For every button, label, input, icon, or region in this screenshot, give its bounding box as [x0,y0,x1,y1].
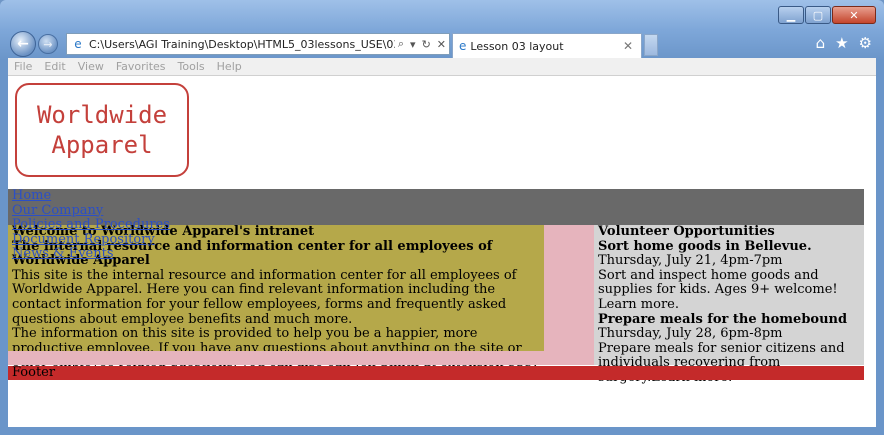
footer: Footer [8,366,864,380]
dropdown-icon[interactable]: ▾ [410,38,416,51]
tab-title: Lesson 03 layout [470,39,564,53]
event-1-description: Sort and inspect home goods and supplies… [598,267,838,312]
sidebar: Volunteer Opportunities Sort home goods … [594,224,864,385]
page-content: Worldwide Apparel Welcome to Worldwide A… [8,76,876,427]
forward-arrow-icon: → [43,37,53,51]
home-icon[interactable]: ⌂ [816,34,826,52]
nav-link-news-events[interactable]: News & Events [12,247,170,262]
menu-help[interactable]: Help [217,60,242,73]
section-background [8,351,544,365]
new-tab-button[interactable] [644,34,658,56]
nav-link-document-repository[interactable]: Document Repository [12,232,170,248]
ie-icon: e [459,39,467,53]
nav-link-our-company[interactable]: Our Company [12,203,170,219]
event-1-title: Sort home goods in Bellevue. [598,238,812,254]
tab-lesson-03-layout[interactable]: e Lesson 03 layout ✕ [452,33,642,58]
nav-link-home[interactable]: Home [12,188,170,204]
toolbar-icons: ⌂ ★ ⚙ [816,34,872,52]
menu-bar: File Edit View Favorites Tools Help [8,58,876,76]
favorites-star-icon[interactable]: ★ [835,34,848,52]
maximize-button[interactable]: ▢ [805,6,831,24]
menu-edit[interactable]: Edit [44,60,65,73]
menu-view[interactable]: View [78,60,104,73]
window-controls: ▁ ▢ ✕ [778,6,876,24]
close-button[interactable]: ✕ [832,6,876,24]
settings-gear-icon[interactable]: ⚙ [859,34,872,52]
back-button[interactable]: ← [10,31,36,57]
menu-favorites[interactable]: Favorites [116,60,166,73]
menu-file[interactable]: File [14,60,32,73]
event-1-date: Thursday, July 21, 4pm-7pm [598,253,783,269]
refresh-icon[interactable]: ↻ [422,38,431,51]
browser-window: ▁ ▢ ✕ ← → e C:\Users\AGI Training\Deskto… [0,0,884,435]
address-bar[interactable]: e C:\Users\AGI Training\Desktop\HTML5_03… [66,33,450,55]
logo-line-1: Worldwide [36,101,168,129]
navigation-bar: ← → e C:\Users\AGI Training\Desktop\HTML… [10,30,876,58]
site-logo: Worldwide Apparel [15,83,189,177]
page-icon: e [74,37,82,51]
forward-button[interactable]: → [38,34,58,54]
tab-close-icon[interactable]: ✕ [623,39,633,53]
menu-tools[interactable]: Tools [178,60,205,73]
sidebar-title: Volunteer Opportunities [598,224,775,239]
stop-icon[interactable]: ✕ [437,38,446,51]
minimize-button[interactable]: ▁ [778,6,804,24]
logo-line-2: Apparel [51,131,153,159]
section-gap [544,225,594,365]
search-icon[interactable]: ⌕ [398,37,404,51]
back-arrow-icon: ← [17,36,29,52]
event-2-title: Prepare meals for the homebound [598,311,848,327]
event-2-date: Thursday, July 28, 6pm-8pm [598,326,783,342]
site-navigation: Home Our Company Policies and Procedures… [12,188,170,262]
main-paragraph-1: This site is the internal resource and i… [12,267,517,327]
nav-link-policies[interactable]: Policies and Procedures [12,218,170,233]
address-url[interactable]: C:\Users\AGI Training\Desktop\HTML5_03le… [89,38,395,51]
